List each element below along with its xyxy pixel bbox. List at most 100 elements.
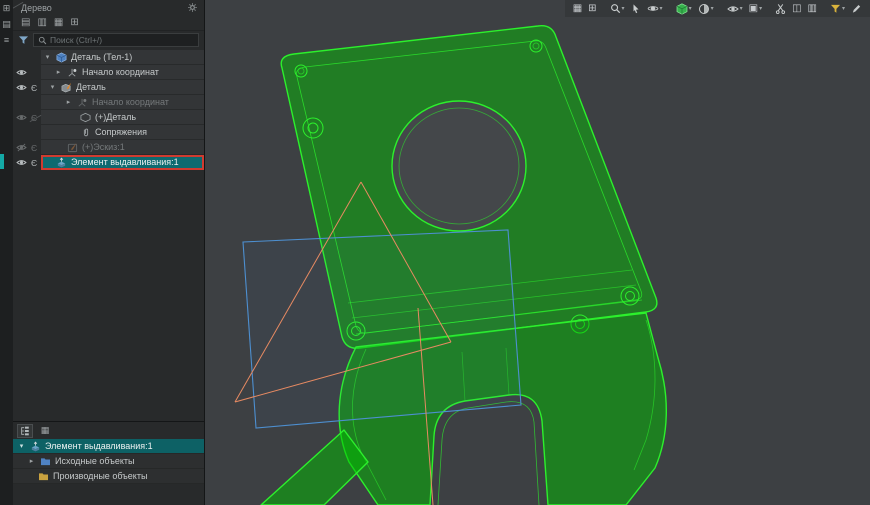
extrude-icon — [55, 156, 68, 168]
search-icon — [38, 36, 47, 45]
magnifier-icon — [610, 3, 621, 14]
visibility-eye-icon[interactable] — [16, 83, 28, 93]
filter-funnel-icon[interactable] — [18, 35, 29, 45]
tree-item-origin-sub[interactable]: ▸ Начало координат — [41, 95, 204, 110]
tree-item-part-root[interactable]: ▾ Деталь (Тел-1) — [41, 50, 204, 65]
pencil-icon — [851, 3, 862, 14]
detail-panel-tabs: ▦ — [13, 422, 204, 439]
paperclip-icon — [79, 126, 92, 138]
sheet-layout-icon[interactable]: ⊞ — [586, 1, 598, 16]
detail-item-extrusion[interactable]: ▾ Элемент выдавливания:1 — [13, 439, 204, 454]
body-marker-icon[interactable]: Є — [31, 143, 37, 153]
sketch-icon — [66, 141, 79, 153]
tree-layers-icon[interactable]: ▥ — [37, 16, 46, 30]
tree-item-part-edit[interactable]: ▾ Деталь — [41, 80, 204, 95]
expand-arrow-icon[interactable]: ▾ — [48, 83, 57, 91]
left-dock-strip: ⊞ ▤ ≡ — [0, 0, 13, 505]
eye-icon — [727, 4, 739, 14]
orbit-icon — [647, 3, 659, 14]
visibility-eye-icon[interactable] — [16, 158, 28, 168]
tree-row: Є Элемент выдавливания:1 — [13, 155, 204, 170]
gear-icon[interactable] — [187, 2, 198, 13]
search-field[interactable] — [50, 35, 194, 45]
measure-button[interactable] — [849, 1, 864, 16]
detail-item-label: Элемент выдавливания:1 — [45, 441, 153, 451]
tree-row: Є (+)Деталь — [13, 110, 204, 125]
tree-empty-area — [13, 170, 204, 421]
model-3d-scene[interactable] — [206, 0, 870, 505]
tree-row: Є (+)Эскиз:1 — [13, 140, 204, 155]
orientation-cube-button[interactable]: ▾ — [674, 1, 694, 16]
tree-item-origin[interactable]: ▸ Начало координат — [41, 65, 204, 80]
body-marker-icon[interactable]: Є — [31, 83, 37, 93]
orientation-cube-icon — [676, 3, 688, 15]
tree-item-label: Элемент выдавливания:1 — [71, 157, 179, 167]
viewport-3d[interactable]: ▦ ⊞ ▾ ▾ ▾ — [206, 0, 870, 505]
sketch-plane — [243, 230, 521, 428]
tree-composition-icon[interactable]: ▦ — [54, 16, 63, 30]
detail-item-label: Исходные объекты — [55, 456, 135, 466]
search-input[interactable] — [33, 33, 199, 47]
view-toolbar: ▦ ⊞ ▾ ▾ ▾ — [565, 0, 870, 17]
visibility-eye-off-icon[interactable] — [16, 143, 28, 153]
detail-item-label: Производные объекты — [53, 471, 147, 481]
tree-item-label: Начало координат — [92, 97, 169, 107]
part-outline-icon — [79, 111, 92, 123]
tree-row: ▾ Деталь (Тел-1) — [13, 50, 204, 65]
visibility-eye-off-icon[interactable] — [16, 113, 28, 123]
tree-row: Сопряжения — [13, 125, 204, 140]
tree-structure-icon[interactable]: ▤ — [21, 16, 30, 30]
detail-item-derived[interactable]: Производные объекты — [13, 469, 204, 484]
orbit-button[interactable]: ▾ — [645, 1, 665, 16]
zoom-button[interactable]: ▾ — [608, 1, 627, 16]
tree-item-mates[interactable]: Сопряжения — [41, 125, 204, 140]
expand-arrow-icon[interactable]: ▸ — [64, 98, 73, 106]
tree-item-label: Сопряжения — [95, 127, 147, 137]
workplane-button[interactable]: ▥ — [806, 1, 819, 16]
folder-blue-icon — [39, 455, 52, 467]
filter-button[interactable]: ▾ — [828, 1, 847, 16]
tab-structure-icon[interactable] — [17, 424, 33, 438]
tree-search-row — [13, 31, 204, 50]
tree-row: Є ▾ Деталь — [13, 80, 204, 95]
expand-arrow-icon[interactable]: ▸ — [54, 68, 63, 76]
model-tree-panel: Дерево ▤ ▥ ▦ ⊞ ▾ — [13, 0, 205, 505]
pointer-button[interactable] — [629, 1, 643, 16]
dock-grid-icon[interactable]: ⊞ — [1, 3, 12, 14]
tree-item-label: (+)Эскиз:1 — [82, 142, 125, 152]
grid-icon[interactable]: ▦ — [571, 1, 584, 16]
folder-yellow-icon — [37, 470, 50, 482]
scissors-icon — [775, 3, 786, 14]
tree-item-part-ref[interactable]: (+)Деталь — [41, 110, 204, 125]
hide-objects-button[interactable]: ▾ — [725, 1, 745, 16]
expand-arrow-icon[interactable]: ▾ — [43, 53, 52, 61]
body-marker-off-icon[interactable]: Є — [31, 113, 37, 123]
tree-item-sketch[interactable]: (+)Эскиз:1 — [41, 140, 204, 155]
detail-item-sources[interactable]: ▸ Исходные объекты — [13, 454, 204, 469]
dock-document-icon[interactable]: ▤ — [1, 19, 12, 30]
panels-button[interactable]: ◫ — [790, 1, 803, 16]
shaded-sphere-icon — [698, 3, 710, 15]
cursor-icon — [631, 3, 641, 14]
feature-detail-panel: ▦ ▾ Элемент выдавливания:1 ▸ Исходные об… — [13, 421, 204, 505]
extrude-icon — [29, 440, 42, 452]
dock-menu-icon[interactable]: ≡ — [1, 35, 12, 46]
tree-sheet-icon[interactable]: ⊞ — [70, 16, 78, 30]
tab-grid-icon[interactable]: ▦ — [37, 424, 53, 438]
filter-funnel-icon — [830, 4, 841, 14]
tree-item-label: Деталь — [76, 82, 106, 92]
panel-title: Дерево — [21, 3, 187, 13]
tree-item-extrusion[interactable]: Элемент выдавливания:1 — [41, 155, 204, 170]
active-panel-indicator — [0, 154, 4, 169]
part-icon — [55, 51, 68, 63]
expand-arrow-icon[interactable]: ▸ — [27, 457, 36, 465]
section-view-button[interactable] — [773, 1, 788, 16]
body-marker-icon[interactable]: Є — [31, 158, 37, 168]
tree-row: ▸ Начало координат — [13, 65, 204, 80]
appearance-button[interactable]: ▣ ▾ — [747, 1, 764, 16]
display-style-button[interactable]: ▾ — [696, 1, 716, 16]
expand-arrow-icon[interactable]: ▾ — [17, 442, 26, 450]
visibility-eye-icon[interactable] — [16, 68, 28, 78]
tree-rows: ▾ Деталь (Тел-1) ▸ — [13, 50, 204, 170]
tree-item-label: (+)Деталь — [95, 112, 136, 122]
